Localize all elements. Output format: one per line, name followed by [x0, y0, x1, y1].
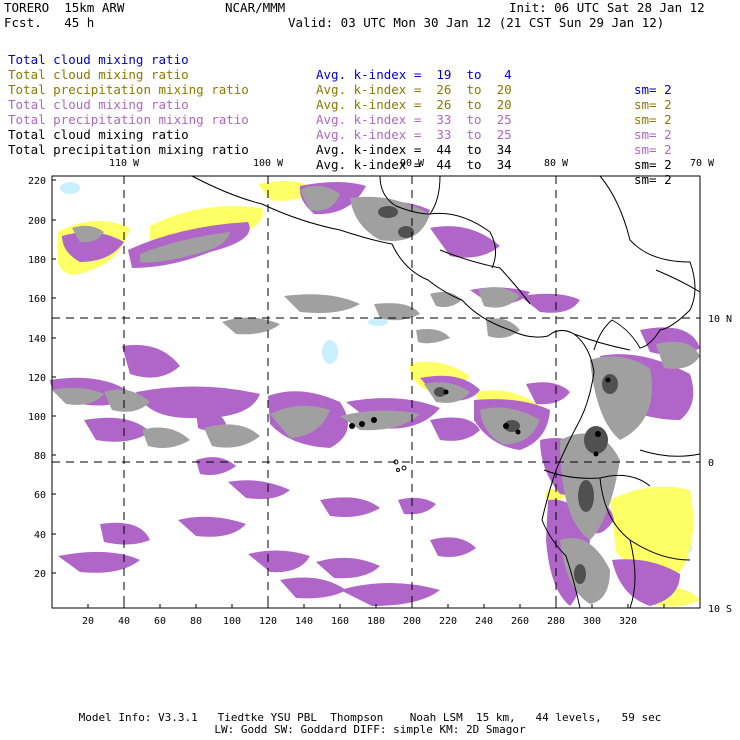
x-tick-label: 260 — [511, 616, 529, 627]
y-tick-label: 100 — [28, 412, 46, 423]
x-tick-label: 180 — [367, 616, 385, 627]
x-tick-label: 160 — [331, 616, 349, 627]
physics-info: LW: Godd SW: Goddard DIFF: simple KM: 2D… — [214, 723, 526, 736]
lat-label: 10 S — [708, 604, 732, 615]
x-tick-labels: 20 40 60 80 100 120 140 160 180 200 220 … — [82, 616, 637, 627]
lat-label: 10 N — [708, 314, 732, 325]
y-tick-label: 140 — [28, 334, 46, 345]
x-tick-label: 120 — [259, 616, 277, 627]
x-tick-label: 40 — [118, 616, 130, 627]
x-tick-label: 220 — [439, 616, 457, 627]
x-tick-label: 280 — [547, 616, 565, 627]
cloud-fields — [50, 181, 700, 607]
y-tick-labels: 220 200 180 160 140 120 100 80 60 40 20 — [28, 176, 46, 580]
y-tick-label: 200 — [28, 216, 46, 227]
x-tick-label: 20 — [82, 616, 94, 627]
x-tick-label: 240 — [475, 616, 493, 627]
y-tick-label: 220 — [28, 176, 46, 187]
forecast-map: 110 W 100 W 90 W 80 W 70 W 10 N 0 10 S 2… — [28, 158, 732, 627]
longitude-labels: 110 W 100 W 90 W 80 W 70 W — [109, 158, 715, 169]
y-tick-label: 20 — [34, 569, 46, 580]
x-tick-label: 300 — [583, 616, 601, 627]
y-tick-label: 40 — [34, 530, 46, 541]
x-tick-label: 100 — [223, 616, 241, 627]
lon-label: 90 W — [400, 158, 425, 169]
y-tick-label: 160 — [28, 294, 46, 305]
lon-label: 80 W — [544, 158, 569, 169]
lon-label: 100 W — [253, 158, 284, 169]
y-tick-label: 180 — [28, 255, 46, 266]
lon-label: 110 W — [109, 158, 140, 169]
latitude-labels: 10 N 0 10 S — [708, 314, 732, 615]
x-tick-label: 80 — [190, 616, 202, 627]
lon-label: 70 W — [690, 158, 715, 169]
lat-label: 0 — [708, 458, 714, 469]
x-tick-label: 200 — [403, 616, 421, 627]
y-tick-label: 60 — [34, 490, 46, 501]
x-tick-label: 140 — [295, 616, 313, 627]
y-tick-label: 120 — [28, 373, 46, 384]
x-tick-label: 320 — [619, 616, 637, 627]
x-tick-label: 60 — [154, 616, 166, 627]
y-tick-label: 80 — [34, 451, 46, 462]
